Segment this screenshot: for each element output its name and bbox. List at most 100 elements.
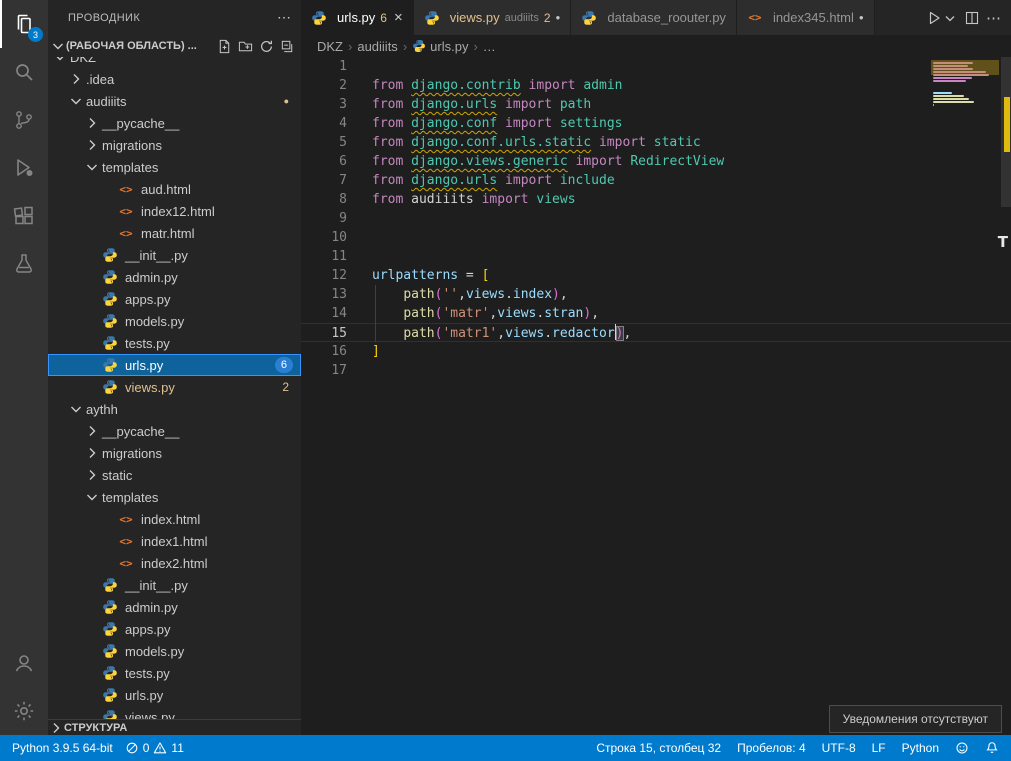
code-line-6[interactable]: 6from django.views.generic import Redire… — [301, 152, 1011, 171]
code-line-14[interactable]: 14 path('matr',views.stran), — [301, 304, 1011, 323]
activity-item-explorer[interactable]: 3 — [0, 0, 48, 48]
tree-folder-DKZ[interactable]: DKZ — [48, 57, 301, 68]
tree-folder-migrations[interactable]: migrations — [48, 134, 301, 156]
code-text — [347, 228, 372, 247]
status-cursor-position[interactable]: Строка 15, столбец 32 — [592, 741, 725, 755]
activity-item-search[interactable] — [0, 48, 48, 96]
button-more-editor-actions[interactable]: ⋯ — [986, 9, 1001, 27]
tree-file-admin.py[interactable]: admin.py — [48, 596, 301, 618]
notification-toast[interactable]: Уведомления отсутствуют — [829, 705, 1002, 733]
activity-item-settings[interactable] — [0, 687, 48, 735]
code-line-4[interactable]: 4from django.conf import settings — [301, 114, 1011, 133]
button-refresh-explorer[interactable] — [257, 37, 276, 56]
breadcrumb-item[interactable]: audiiits — [357, 39, 397, 54]
status-problems[interactable]: 011 — [121, 741, 188, 755]
tree-folder-.idea[interactable]: .idea — [48, 68, 301, 90]
activity-item-source-control[interactable] — [0, 96, 48, 144]
status-notifications[interactable] — [981, 741, 1003, 755]
tree-folder-aythh[interactable]: aythh — [48, 398, 301, 420]
code-line-15[interactable]: 15 path('matr1',views.redactor), — [301, 323, 1011, 342]
activity-item-account[interactable] — [0, 639, 48, 687]
code-line-13[interactable]: 13 path('',views.index), — [301, 285, 1011, 304]
tree-file-admin.py[interactable]: admin.py — [48, 266, 301, 288]
status-eol[interactable]: LF — [868, 741, 890, 755]
tree-folder-__pycache__[interactable]: __pycache__ — [48, 112, 301, 134]
code-line-3[interactable]: 3from django.urls import path — [301, 95, 1011, 114]
tree-file-__init__.py[interactable]: __init__.py — [48, 574, 301, 596]
tree-folder-templates[interactable]: templates — [48, 486, 301, 508]
minimap[interactable] — [931, 58, 999, 109]
breadcrumb-item[interactable]: … — [483, 39, 496, 54]
code-line-8[interactable]: 8from audiiits import views — [301, 190, 1011, 209]
code-area[interactable]: 12from django.contrib import admin3from … — [301, 57, 1011, 735]
tree-file-models.py[interactable]: models.py — [48, 640, 301, 662]
button-split-editor[interactable] — [964, 10, 980, 26]
code-line-17[interactable]: 17 — [301, 361, 1011, 380]
activity-item-extensions[interactable] — [0, 192, 48, 240]
workspace-section-header[interactable]: (РАБОЧАЯ ОБЛАСТЬ) ... — [48, 35, 301, 57]
button-collapse-folders[interactable] — [278, 37, 297, 56]
breadcrumb-item[interactable]: DKZ — [317, 39, 343, 54]
code-line-1[interactable]: 1 — [301, 57, 1011, 76]
status-python-version[interactable]: Python 3.9.5 64-bit — [8, 741, 117, 755]
button-run-python-file[interactable] — [926, 10, 958, 26]
tree-file-index.html[interactable]: <>index.html — [48, 508, 301, 530]
code-line-12[interactable]: 12urlpatterns = [ — [301, 266, 1011, 285]
tree-file-views.py[interactable]: views.py2 — [48, 376, 301, 398]
status-indentation[interactable]: Пробелов: 4 — [733, 741, 810, 755]
tree-file-__init__.py[interactable]: __init__.py — [48, 244, 301, 266]
activity-item-testing[interactable] — [0, 240, 48, 288]
close-icon[interactable]: × — [394, 9, 403, 26]
code-token: [ — [482, 268, 490, 283]
tree-folder-static[interactable]: static — [48, 464, 301, 486]
tab-views.py[interactable]: views.pyaudiiits2● — [414, 0, 572, 35]
code-line-5[interactable]: 5from django.conf.urls.static import sta… — [301, 133, 1011, 152]
line-number: 4 — [301, 114, 347, 133]
code-line-2[interactable]: 2from django.contrib import admin — [301, 76, 1011, 95]
status-encoding[interactable]: UTF-8 — [818, 741, 860, 755]
tree-file-models.py[interactable]: models.py — [48, 310, 301, 332]
tree-file-apps.py[interactable]: apps.py — [48, 618, 301, 640]
status-right: Строка 15, столбец 32 Пробелов: 4 UTF-8 LF P… — [592, 741, 1003, 755]
tree-folder-audiiits[interactable]: audiiits● — [48, 90, 301, 112]
code-text: ] — [347, 342, 380, 361]
code-line-7[interactable]: 7from django.urls import include — [301, 171, 1011, 190]
code-line-10[interactable]: 10 — [301, 228, 1011, 247]
tree-file-index1.html[interactable]: <>index1.html — [48, 530, 301, 552]
tree-file-urls.py[interactable]: urls.py — [48, 684, 301, 706]
tree-item-label: templates — [100, 490, 301, 505]
tab-database_roouter.py[interactable]: database_roouter.py — [571, 0, 737, 35]
code-line-16[interactable]: 16] — [301, 342, 1011, 361]
breadcrumb-item[interactable]: urls.py — [412, 39, 468, 54]
tree-file-index2.html[interactable]: <>index2.html — [48, 552, 301, 574]
tree-folder-__pycache__[interactable]: __pycache__ — [48, 420, 301, 442]
tree-folder-migrations[interactable]: migrations — [48, 442, 301, 464]
activity-item-run-debug[interactable] — [0, 144, 48, 192]
tree-file-matr.html[interactable]: <>matr.html — [48, 222, 301, 244]
status-language-mode[interactable]: Python — [898, 741, 943, 755]
tab-index345.html[interactable]: <>index345.html● — [737, 0, 875, 35]
tree-file-views.py[interactable]: views.py — [48, 706, 301, 719]
code-line-11[interactable]: 11 — [301, 247, 1011, 266]
tree-file-urls.py[interactable]: urls.py6 — [48, 354, 301, 376]
tree-file-aud.html[interactable]: <>aud.html — [48, 178, 301, 200]
outline-section-header[interactable]: СТРУКТУРА — [48, 719, 301, 735]
tree-folder-templates[interactable]: templates — [48, 156, 301, 178]
line-number: 17 — [301, 361, 347, 380]
sidebar-title: ПРОВОДНИК — [68, 12, 277, 24]
code-text: urlpatterns = [ — [347, 266, 489, 285]
python-file-icon — [424, 10, 440, 26]
code-line-9[interactable]: 9 — [301, 209, 1011, 228]
code-token: from — [372, 78, 411, 93]
tab-urls.py[interactable]: urls.py6× — [301, 0, 414, 35]
status-feedback[interactable] — [951, 741, 973, 755]
more-actions-icon[interactable]: ⋯ — [277, 9, 291, 26]
tree-file-tests.py[interactable]: tests.py — [48, 662, 301, 684]
tree-file-tests.py[interactable]: tests.py — [48, 332, 301, 354]
error-icon — [125, 741, 139, 755]
button-new-file[interactable] — [215, 37, 234, 56]
button-new-folder[interactable] — [236, 37, 255, 56]
tree-file-index12.html[interactable]: <>index12.html — [48, 200, 301, 222]
tree-file-apps.py[interactable]: apps.py — [48, 288, 301, 310]
code-token: , — [497, 326, 505, 341]
